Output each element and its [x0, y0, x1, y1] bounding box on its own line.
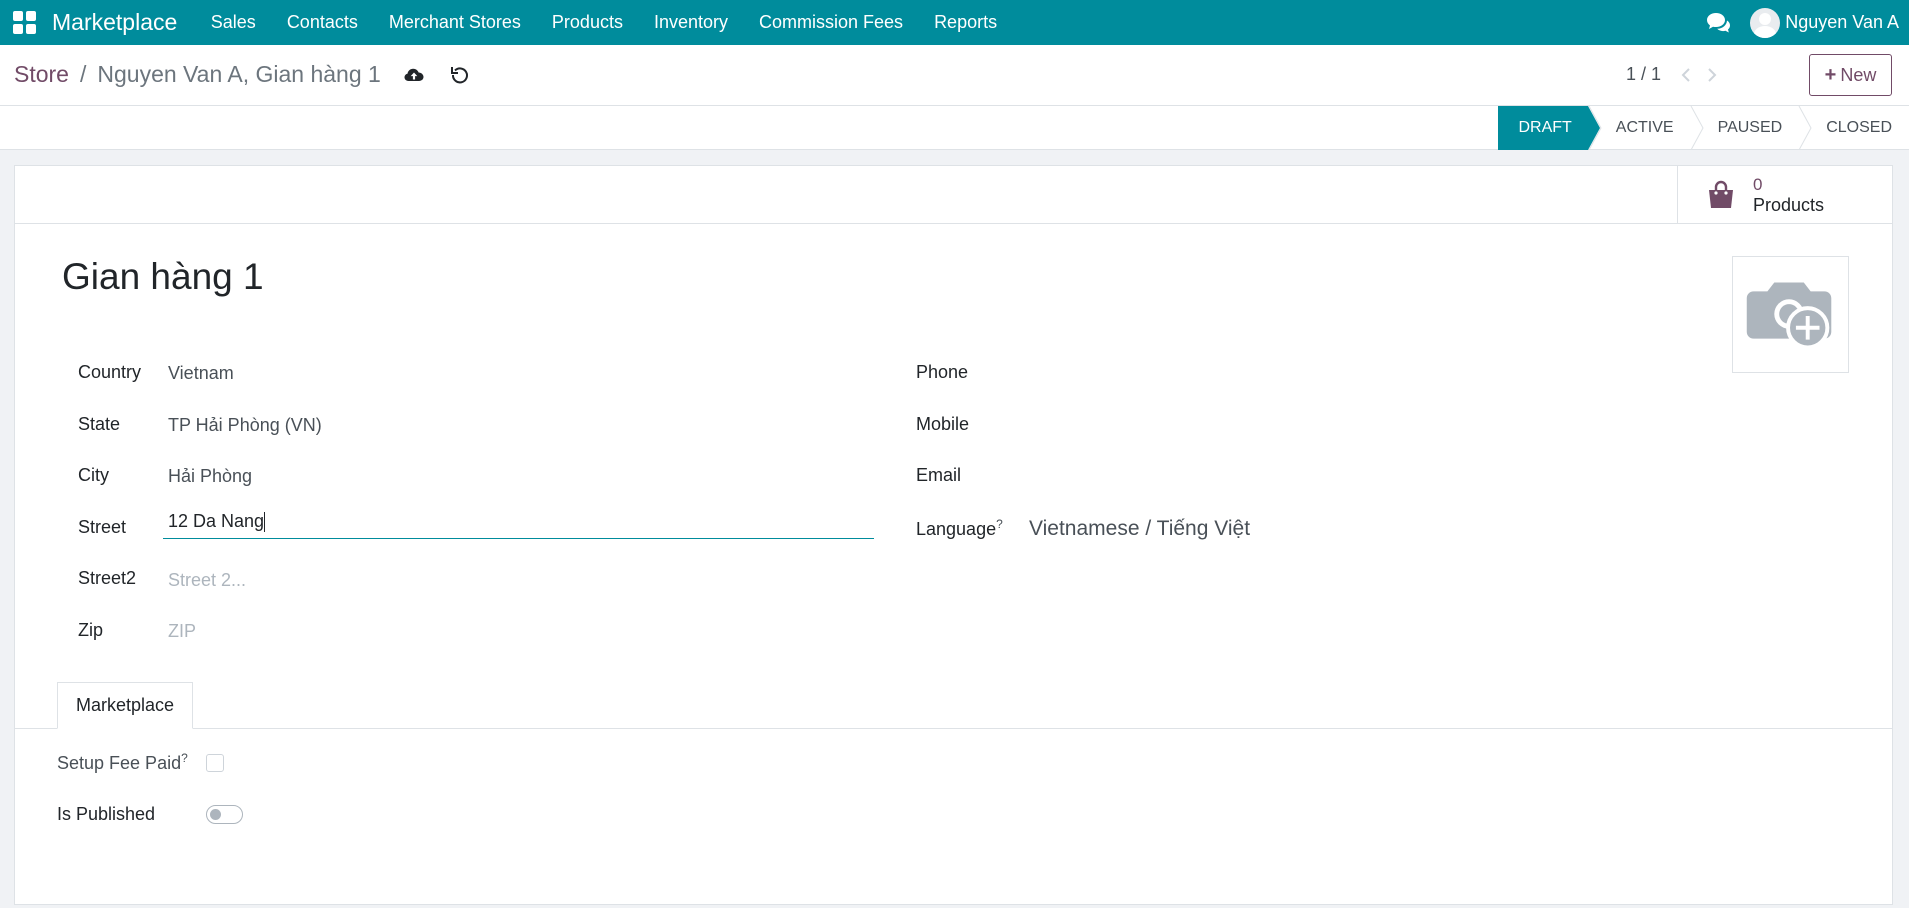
breadcrumb-store-link[interactable]: Store [14, 61, 69, 88]
city-field[interactable]: Hải Phòng [168, 466, 252, 487]
user-avatar[interactable] [1750, 7, 1781, 38]
menu-contacts[interactable]: Contacts [271, 0, 373, 45]
menu-merchant-stores[interactable]: Merchant Stores [373, 0, 536, 45]
zip-label: Zip [78, 620, 104, 640]
add-photo-icon [1746, 282, 1832, 350]
stage-divider-icon [1798, 106, 1812, 150]
breadcrumb-separator: / [79, 61, 87, 87]
form-sheet: 0 Products Gian hàng 1 Country Vietnam S… [14, 165, 1893, 905]
help-tooltip-icon[interactable]: ? [996, 517, 1003, 531]
phone-label: Phone [916, 362, 969, 382]
language-label-text: Language [916, 519, 997, 539]
apps-menu-icon[interactable] [13, 10, 37, 35]
language-label: Language? [916, 517, 1003, 540]
products-stat-button[interactable]: 0 Products [1677, 166, 1892, 223]
tab-divider [15, 728, 1892, 729]
top-navbar: Marketplace Sales Contacts Merchant Stor… [0, 0, 1909, 45]
setup-fee-label-text: Setup Fee Paid [57, 753, 182, 773]
menu-reports[interactable]: Reports [919, 0, 1013, 45]
discard-icon[interactable] [449, 64, 471, 86]
text-caret [264, 512, 266, 533]
street-value: 12 Da Nang [168, 511, 265, 531]
button-box: 0 Products [15, 166, 1892, 224]
shopping-bag-icon [1709, 180, 1733, 208]
state-field[interactable]: TP Hải Phòng (VN) [168, 415, 322, 436]
toggle-knob [210, 809, 221, 820]
products-count: 0 [1753, 174, 1763, 194]
pager: 1 / 1 [1626, 64, 1719, 85]
tab-marketplace[interactable]: Marketplace [57, 682, 193, 729]
control-panel: Store / Nguyen Van A, Gian hàng 1 1 / 1 … [0, 45, 1909, 106]
new-button[interactable]: + New [1809, 54, 1892, 96]
country-label: Country [78, 362, 142, 382]
stage-draft[interactable]: DRAFT [1498, 106, 1601, 150]
stage-closed-label: CLOSED [1826, 119, 1892, 136]
menu-inventory[interactable]: Inventory [638, 0, 743, 45]
products-label: Products [1753, 194, 1825, 215]
stage-active[interactable]: ACTIVE [1588, 106, 1690, 150]
breadcrumb: Store / Nguyen Van A, Gian hàng 1 [14, 61, 471, 88]
published-toggle[interactable] [206, 805, 243, 824]
plus-icon: + [1824, 63, 1837, 86]
cloud-upload-icon[interactable] [403, 64, 425, 86]
pager-previous-icon[interactable] [1679, 66, 1693, 84]
state-label: State [78, 414, 121, 434]
store-name-title[interactable]: Gian hàng 1 [62, 256, 264, 298]
pager-next-icon[interactable] [1705, 66, 1719, 84]
chat-icon[interactable] [1704, 9, 1732, 37]
language-field[interactable]: Vietnamese / Tiếng Việt [1029, 517, 1250, 541]
street-label: Street [78, 517, 127, 537]
city-label: City [78, 465, 109, 485]
new-button-label: New [1840, 64, 1877, 85]
street-input[interactable]: 12 Da Nang [163, 507, 874, 539]
published-label: Is Published [57, 804, 156, 824]
app-brand[interactable]: Marketplace [52, 9, 177, 36]
stat-text: 0 Products [1753, 175, 1824, 215]
stage-divider-icon [1690, 106, 1704, 150]
stage-closed[interactable]: CLOSED [1798, 106, 1909, 150]
mobile-label: Mobile [916, 414, 970, 434]
setup-fee-checkbox[interactable] [206, 754, 224, 772]
menu-products[interactable]: Products [536, 0, 638, 45]
street2-label: Street2 [78, 568, 137, 588]
street2-input[interactable]: Street 2... [168, 570, 246, 591]
help-tooltip-icon[interactable]: ? [181, 751, 188, 765]
zip-input[interactable]: ZIP [168, 621, 196, 642]
status-bar: DRAFT ACTIVE PAUSED CLOSED [0, 106, 1909, 150]
setup-fee-label: Setup Fee Paid? [57, 751, 188, 774]
stage-paused-label: PAUSED [1717, 119, 1783, 136]
menu-sales[interactable]: Sales [195, 0, 271, 45]
user-name[interactable]: Nguyen Van A [1785, 12, 1899, 33]
menu-commission-fees[interactable]: Commission Fees [744, 0, 919, 45]
stage-pipeline: DRAFT ACTIVE PAUSED CLOSED [1498, 106, 1909, 150]
pager-value[interactable]: 1 / 1 [1626, 64, 1661, 85]
country-field[interactable]: Vietnam [168, 363, 234, 384]
stage-paused[interactable]: PAUSED [1690, 106, 1799, 150]
store-image-upload[interactable] [1732, 256, 1849, 373]
breadcrumb-current: Nguyen Van A, Gian hàng 1 [97, 61, 381, 87]
stage-active-label: ACTIVE [1615, 119, 1674, 136]
email-label: Email [916, 465, 962, 485]
